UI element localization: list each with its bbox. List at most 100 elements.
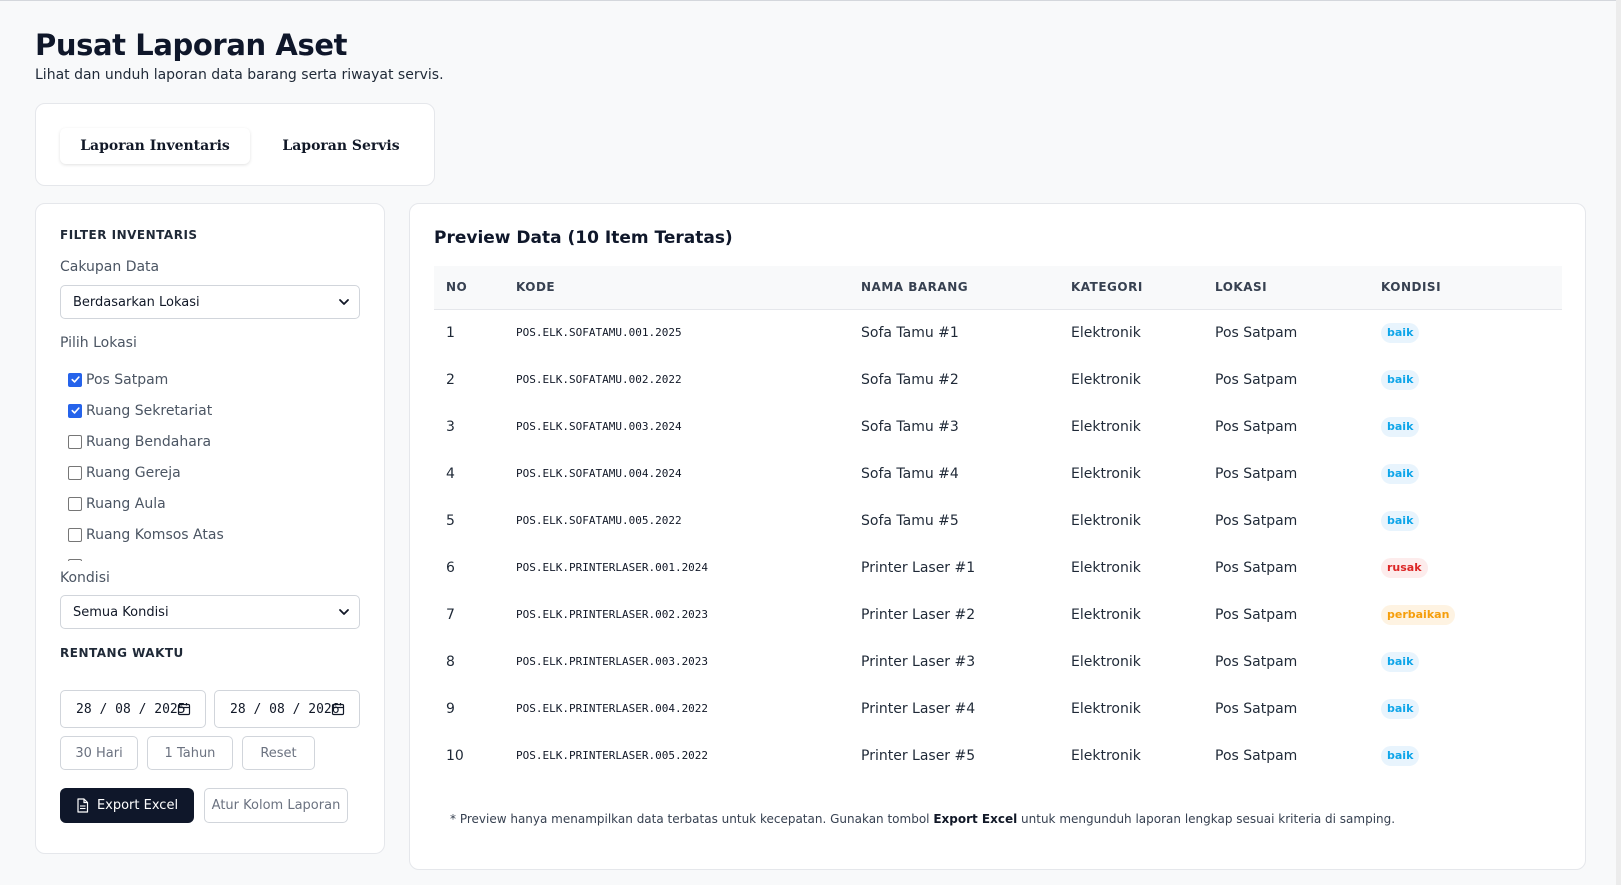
condition-select[interactable]: Semua Kondisi [60,595,360,629]
checkbox-unchecked[interactable] [68,496,82,511]
cell-kode: POS.ELK.PRINTERLASER.001.2024 [516,561,709,574]
table-row: 7 POS.ELK.PRINTERLASER.002.2023 Printer … [434,591,1562,638]
cell-kategori: Elektronik [1071,606,1141,623]
cell-lokasi: Pos Satpam [1215,324,1298,341]
location-item-ruang-komsos-atas[interactable]: Ruang Komsos Atas [60,519,360,550]
cell-nama: Printer Laser #2 [861,606,976,623]
cell-kategori: Elektronik [1071,324,1141,341]
cell-kode: POS.ELK.SOFATAMU.001.2025 [516,326,682,340]
date-end-input[interactable]: 28 / 08 / 2026 [214,690,360,728]
cell-lokasi: Pos Satpam [1215,559,1298,576]
export-excel-label: Export Excel [96,798,179,813]
page-title: Pusat Laporan Aset [35,28,348,62]
checkbox-unchecked[interactable] [68,465,82,480]
check-icon [70,376,80,383]
cell-nama: Sofa Tamu #2 [861,371,959,388]
quick-30-days-button[interactable]: 30 Hari [60,736,138,770]
cell-nama: Printer Laser #5 [861,747,976,764]
scope-select[interactable]: Berdasarkan Lokasi [60,285,360,319]
table-row: 9 POS.ELK.PRINTERLASER.004.2022 Printer … [434,685,1562,732]
location-item-ruang-aula[interactable]: Ruang Aula [60,488,360,519]
calendar-icon[interactable] [331,702,345,716]
status-badge: baik [1381,463,1420,484]
quick-1-year-button[interactable]: 1 Tahun [147,736,233,770]
cell-nama: Sofa Tamu #5 [861,512,959,529]
location-item-partial[interactable] [60,550,360,561]
status-badge: baik [1381,651,1420,672]
preview-note-prefix: * Preview hanya menampilkan data terbata… [450,812,934,826]
cell-kode: POS.ELK.PRINTERLASER.002.2023 [516,608,709,621]
preview-note: * Preview hanya menampilkan data terbata… [450,812,1395,826]
cell-nama: Printer Laser #1 [861,559,976,576]
date-start-input[interactable]: 28 / 08 / 2025 [60,690,206,728]
preview-note-suffix: untuk mengunduh laporan lengkap sesuai k… [1017,812,1396,826]
cell-kondisi: baik [1369,638,1562,685]
table-row: 2 POS.ELK.SOFATAMU.002.2022 Sofa Tamu #2… [434,356,1562,403]
table-row: 10 POS.ELK.PRINTERLASER.005.2022 Printer… [434,732,1562,779]
chevron-down-icon [339,299,349,305]
calendar-icon[interactable] [177,702,191,716]
checkbox-unchecked[interactable] [68,434,82,449]
location-item-label: Ruang Komsos Atas [86,526,224,543]
cell-lokasi: Pos Satpam [1215,418,1298,435]
page-subtitle: Lihat dan unduh laporan data barang sert… [35,67,444,83]
status-badge: baik [1381,745,1420,766]
status-badge: baik [1381,322,1420,343]
location-checkbox-list[interactable]: Pos Satpam Ruang Sekretariat Ruang Benda… [60,364,360,561]
scope-label: Cakupan Data [60,259,160,275]
tab-laporan-inventaris[interactable]: Laporan Inventaris [60,128,250,164]
location-item-pos-satpam[interactable]: Pos Satpam [60,364,360,395]
column-header-kondisi: KONDISI [1381,280,1442,295]
cell-kategori: Elektronik [1071,465,1141,482]
cell-no: 2 [446,371,455,388]
cell-lokasi: Pos Satpam [1215,747,1298,764]
cell-kondisi: baik [1369,450,1562,497]
cell-lokasi: Pos Satpam [1215,606,1298,623]
export-excel-button[interactable]: Export Excel [60,788,194,823]
cell-kategori: Elektronik [1071,559,1141,576]
checkbox-checked[interactable] [68,372,82,387]
column-header-kategori: KATEGORI [1071,280,1143,295]
date-start-value: 28 / 08 / 2025 [76,701,186,717]
reset-button[interactable]: Reset [242,736,315,770]
location-item-ruang-bendahara[interactable]: Ruang Bendahara [60,426,360,457]
cell-kondisi: baik [1369,356,1562,403]
checkbox-unchecked[interactable] [68,527,82,542]
location-item-ruang-sekretariat[interactable]: Ruang Sekretariat [60,395,360,426]
condition-select-value: Semua Kondisi [73,604,169,620]
cell-nama: Printer Laser #3 [861,653,976,670]
file-icon [77,798,89,813]
preview-note-bold: Export Excel [933,812,1018,826]
location-item-label: Pos Satpam [86,371,169,388]
filter-section-title: FILTER INVENTARIS [60,228,198,242]
cell-no: 10 [446,747,464,764]
scrollbar[interactable] [1616,0,1621,885]
table-row: 6 POS.ELK.PRINTERLASER.001.2024 Printer … [434,544,1562,591]
tab-laporan-servis[interactable]: Laporan Servis [276,128,406,164]
cell-kondisi: baik [1369,497,1562,544]
report-tabs: Laporan Inventaris Laporan Servis [35,103,435,186]
cell-lokasi: Pos Satpam [1215,465,1298,482]
cell-kode: POS.ELK.SOFATAMU.003.2024 [516,420,682,433]
condition-label: Kondisi [60,570,110,586]
cell-kategori: Elektronik [1071,512,1141,529]
cell-kategori: Elektronik [1071,653,1141,670]
cell-no: 5 [446,512,455,529]
location-item-ruang-gereja[interactable]: Ruang Gereja [60,457,360,488]
cell-no: 3 [446,418,455,435]
preview-table: NO KODE NAMA BARANG KATEGORI LOKASI KOND… [434,266,1562,779]
checkbox-unchecked[interactable] [68,558,82,561]
status-badge: rusak [1381,557,1428,578]
checkbox-checked[interactable] [68,403,82,418]
cell-no: 4 [446,465,455,482]
cell-kategori: Elektronik [1071,747,1141,764]
configure-columns-button[interactable]: Atur Kolom Laporan [204,788,348,823]
location-item-label: Ruang Aula [86,495,166,512]
filter-panel: FILTER INVENTARIS Cakupan Data Berdasark… [35,203,385,854]
column-header-nama-barang: NAMA BARANG [861,280,969,295]
date-end-value: 28 / 08 / 2026 [230,701,340,717]
table-row: 8 POS.ELK.PRINTERLASER.003.2023 Printer … [434,638,1562,685]
column-header-no: NO [446,280,468,295]
preview-title: Preview Data (10 Item Teratas) [434,228,733,248]
table-row: 3 POS.ELK.SOFATAMU.003.2024 Sofa Tamu #3… [434,403,1562,450]
